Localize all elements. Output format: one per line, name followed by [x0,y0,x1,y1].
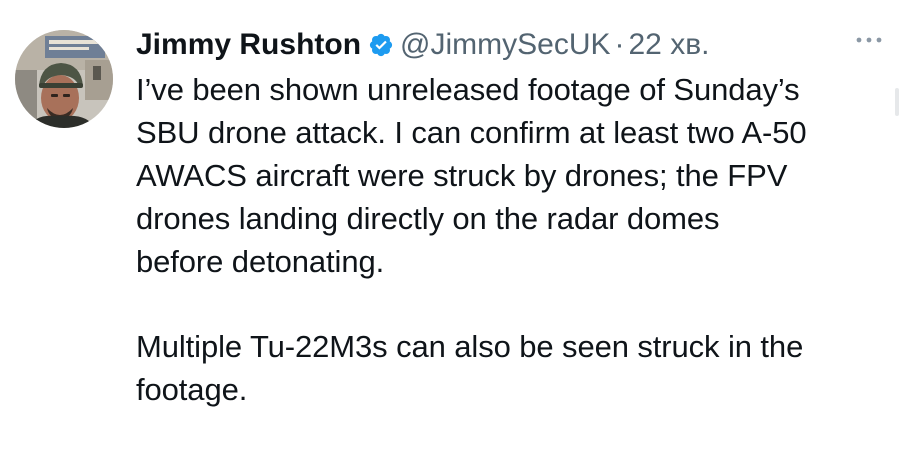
timestamp[interactable]: 22 хв. [629,22,710,68]
tweet-text-line: AWACS aircraft were struck by drones; th… [136,158,788,193]
tweet-text-line: before detonating. [136,244,385,279]
separator-dot: · [614,28,625,61]
user-handle[interactable]: @JimmySecUK [400,22,610,68]
scrollbar[interactable] [895,88,899,116]
verified-badge-icon[interactable] [368,32,394,58]
tweet[interactable]: Jimmy Rushton @JimmySecUK · 22 хв. I’ve … [0,0,903,454]
display-name[interactable]: Jimmy Rushton [136,22,361,68]
tweet-body: Jimmy Rushton @JimmySecUK · 22 хв. I’ve … [136,22,876,411]
more-options-icon[interactable] [852,30,886,50]
tweet-header: Jimmy Rushton @JimmySecUK · 22 хв. [136,22,876,68]
tweet-paragraph: Multiple Tu-22M3s can also be seen struc… [136,325,876,411]
tweet-text-line: drones landing directly on the radar dom… [136,201,720,236]
profile-photo-icon [15,30,113,128]
tweet-text-line: SBU drone attack. I can confirm at least… [136,115,807,150]
tweet-text-line: I’ve been shown unreleased footage of Su… [136,72,800,107]
tweet-paragraph: I’ve been shown unreleased footage of Su… [136,68,876,283]
tweet-text-line: footage. [136,372,248,407]
avatar[interactable] [15,30,113,128]
tweet-text: I’ve been shown unreleased footage of Su… [136,68,876,411]
tweet-text-line: Multiple Tu-22M3s can also be seen struc… [136,329,804,364]
